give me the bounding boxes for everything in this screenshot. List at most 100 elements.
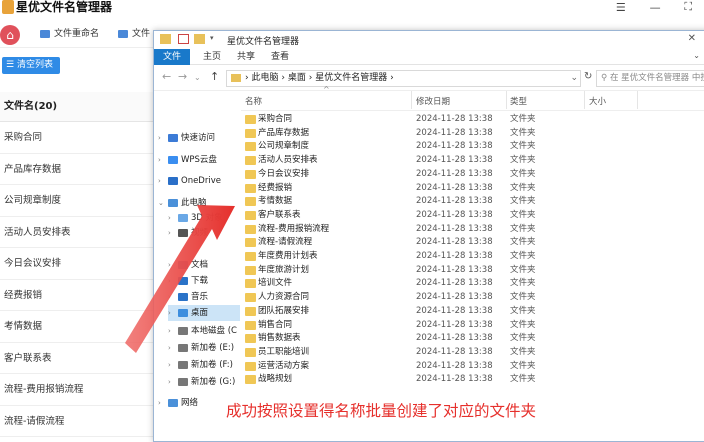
up-icon[interactable]: ↑ [210,70,219,83]
sidebar-item[interactable]: › 快速访问 [158,130,240,146]
file-row[interactable]: 人力资源合同 2024-11-28 13:38 文件夹 [241,291,621,305]
tab-share[interactable]: 共享 [232,49,260,65]
file-name: 公司规章制度 [258,141,310,152]
sidebar-item[interactable]: › OneDrive [158,173,240,189]
file-date: 2024-11-28 13:38 [416,278,493,289]
properties-icon[interactable] [178,34,189,44]
back-icon[interactable]: ← [162,70,171,83]
file-row[interactable]: 产品库存数据 2024-11-28 13:38 文件夹 [241,127,621,141]
list-item[interactable]: 经费报销 [0,280,155,311]
sidebar-item[interactable]: › WPS云盘 [158,152,240,168]
column-name[interactable]: 名称 [245,95,262,107]
tab-view[interactable]: 查看 [266,49,294,65]
tab-file[interactable]: 文件 [118,27,150,41]
file-row[interactable]: 培训文件 2024-11-28 13:38 文件夹 [241,277,621,291]
settings-icon[interactable]: ☰ [616,1,626,14]
chevron-right-icon[interactable]: › [168,374,178,390]
column-separator[interactable] [584,91,585,109]
chevron-right-icon[interactable]: › [168,273,178,289]
list-item[interactable]: 采购合同 [0,122,155,154]
chevron-right-icon[interactable]: › [158,395,168,411]
ribbon-expand-icon[interactable]: ⌄ [693,51,700,60]
chevron-right-icon[interactable]: › [158,130,168,146]
column-separator[interactable] [637,91,638,109]
column-separator[interactable] [506,91,507,109]
file-row[interactable]: 年度费用计划表 2024-11-28 13:38 文件夹 [241,250,621,264]
chevron-right-icon[interactable]: › [168,257,178,273]
list-item[interactable]: 今日会议安排 [0,248,155,280]
column-date[interactable]: 修改日期 [416,95,450,107]
sidebar-item[interactable]: › 视频 [168,225,240,241]
file-row[interactable]: 员工职能培训 2024-11-28 13:38 文件夹 [241,346,621,360]
list-item[interactable]: 客户联系表 [0,343,155,374]
sidebar-item[interactable]: › 音乐 [168,289,240,305]
chevron-right-icon[interactable]: › [168,289,178,305]
clear-list-button[interactable]: ☰ 清空列表 [2,57,60,74]
chevron-down-icon[interactable]: ⌄ [570,71,578,86]
list-item[interactable]: 公司规章制度 [0,185,155,217]
maximize-icon[interactable]: ⛶ [684,0,692,14]
column-separator[interactable] [411,91,412,109]
search-input[interactable]: ⚲ 在 星优文件名管理器 中搜索 [596,70,704,87]
file-row[interactable]: 年度旅游计划 2024-11-28 13:38 文件夹 [241,264,621,278]
sidebar-item[interactable]: › 新加卷 (F:) [168,357,240,373]
file-row[interactable]: 经费报销 2024-11-28 13:38 文件夹 [241,182,621,196]
breadcrumb-folder[interactable]: 星优文件名管理器 [315,73,387,83]
list-item[interactable]: 流程-请假流程 [0,406,155,437]
folder-icon [245,334,256,344]
file-row[interactable]: 团队拓展安排 2024-11-28 13:38 文件夹 [241,305,621,319]
refresh-icon[interactable]: ↻ [584,71,592,82]
chevron-right-icon[interactable]: › [168,357,178,373]
file-row[interactable]: 客户联系表 2024-11-28 13:38 文件夹 [241,209,621,223]
sidebar-item[interactable]: › 新加卷 (E:) [168,340,240,356]
file-row[interactable]: 今日会议安排 2024-11-28 13:38 文件夹 [241,168,621,182]
recent-chevron-icon[interactable]: ⌄ [194,73,201,82]
list-item[interactable]: 产品库存数据 [0,154,155,185]
list-item[interactable]: 活动人员安排表 [0,217,155,248]
file-row[interactable]: 活动人员安排表 2024-11-28 13:38 文件夹 [241,154,621,168]
tab-home[interactable]: 主页 [198,49,226,65]
sidebar-item[interactable]: › 桌面 [168,305,240,321]
chevron-down-icon[interactable]: ⌄ [158,195,168,211]
breadcrumb-this-pc[interactable]: 此电脑 [251,73,278,83]
file-row[interactable]: 销售数据表 2024-11-28 13:38 文件夹 [241,332,621,346]
minimize-icon[interactable]: — [650,1,661,14]
tab-file[interactable]: 文件 [154,49,190,65]
chevron-right-icon[interactable]: › [168,210,178,226]
sidebar-item[interactable]: › 3D 对象 [168,210,240,226]
file-row[interactable]: 战略规划 2024-11-28 13:38 文件夹 [241,373,621,387]
chevron-right-icon[interactable]: › [168,323,178,339]
forward-icon[interactable]: → [178,70,187,83]
file-row[interactable]: 流程-请假流程 2024-11-28 13:38 文件夹 [241,236,621,250]
new-folder-icon[interactable] [194,34,205,44]
list-item[interactable]: 考情数据 [0,311,155,343]
chevron-right-icon[interactable]: › [158,152,168,168]
list-item[interactable]: 流程-费用报销流程 [0,374,155,406]
chevron-right-icon[interactable]: › [168,305,178,321]
chevron-down-icon[interactable]: ▾ [210,34,218,44]
file-row[interactable]: 运营活动方案 2024-11-28 13:38 文件夹 [241,360,621,374]
column-type[interactable]: 类型 [510,95,527,107]
file-icon [40,29,50,38]
chevron-right-icon[interactable]: › [168,340,178,356]
tab-file-rename[interactable]: 文件重命名 [40,27,99,41]
breadcrumb-desktop[interactable]: 桌面 [288,73,306,83]
file-name: 流程-费用报销流程 [258,223,330,234]
file-row[interactable]: 销售合同 2024-11-28 13:38 文件夹 [241,319,621,333]
star-icon [168,133,178,142]
sidebar-item[interactable]: › 本地磁盘 (C [168,323,240,339]
home-button[interactable]: ⌂ [0,25,20,45]
chevron-right-icon[interactable]: › [158,173,168,189]
sidebar-item[interactable]: › 文档 [168,257,240,273]
sidebar-item[interactable]: › 新加卷 (G:) [168,374,240,390]
column-size[interactable]: 大小 [589,95,606,107]
file-row[interactable]: 采购合同 2024-11-28 13:38 文件夹 [241,113,621,127]
file-row[interactable]: 公司规章制度 2024-11-28 13:38 文件夹 [241,140,621,154]
close-icon[interactable]: ✕ [688,33,696,44]
sidebar-item[interactable]: ⌄ 此电脑 [158,195,240,211]
chevron-right-icon[interactable]: › [168,225,178,241]
file-row[interactable]: 考情数据 2024-11-28 13:38 文件夹 [241,195,621,209]
file-row[interactable]: 流程-费用报销流程 2024-11-28 13:38 文件夹 [241,223,621,237]
address-bar[interactable]: › 此电脑 › 桌面 › 星优文件名管理器 › ⌄ [226,70,581,87]
sidebar-item[interactable]: › 下载 [168,273,240,289]
